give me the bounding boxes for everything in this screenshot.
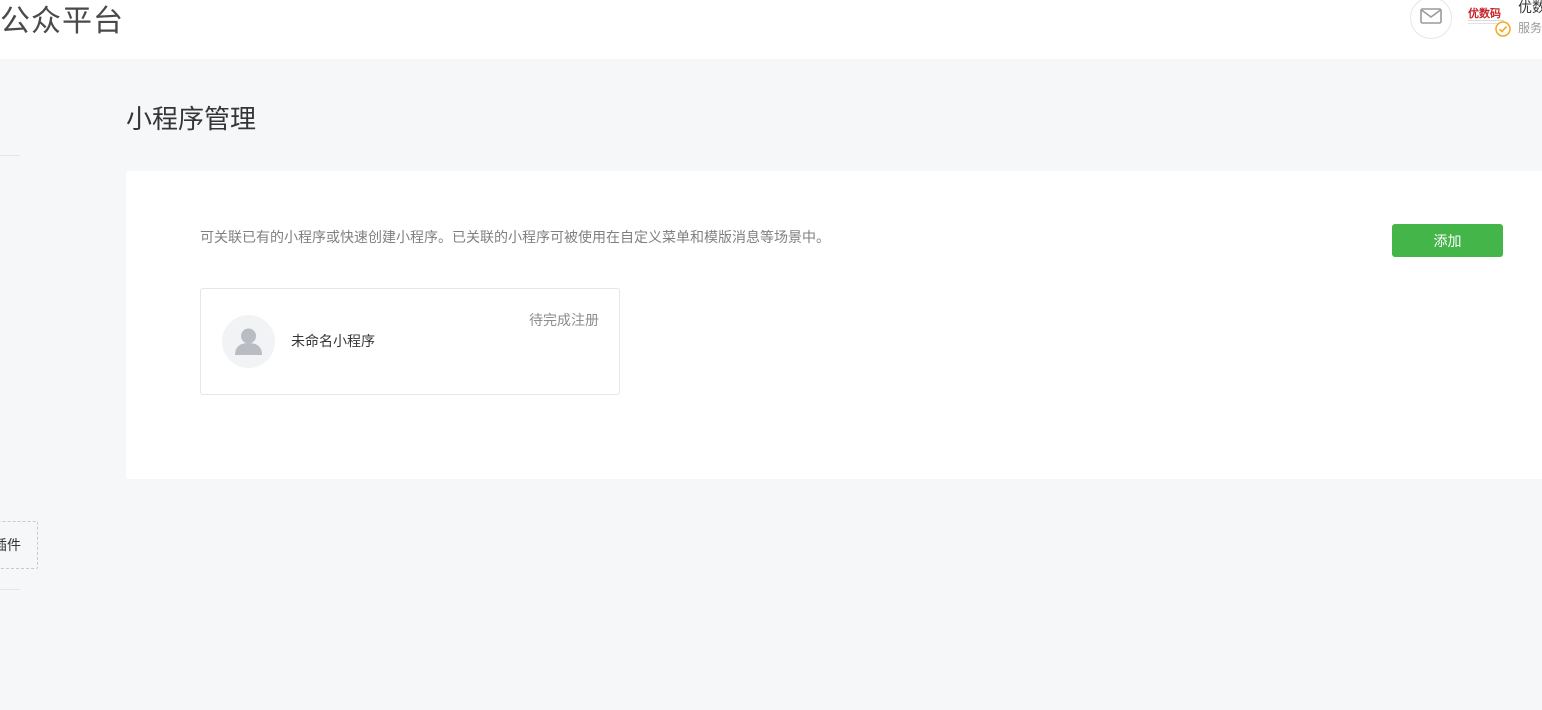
sidebar-item-label: 插件: [0, 538, 21, 554]
platform-brand[interactable]: 公众平台: [0, 0, 124, 40]
panel-description: 可关联已有的小程序或快速创建小程序。已关联的小程序可被使用在自定义菜单和模版消息…: [200, 230, 830, 246]
mail-icon: [1420, 8, 1442, 28]
verified-check-icon: [1495, 21, 1511, 37]
mini-program-panel: 可关联已有的小程序或快速创建小程序。已关联的小程序可被使用在自定义菜单和模版消息…: [126, 171, 1542, 479]
mini-program-name: 未命名小程序: [291, 334, 375, 350]
default-avatar-icon: [222, 315, 275, 368]
account-name[interactable]: 优数: [1518, 0, 1542, 17]
account-type: 服务: [1518, 21, 1542, 35]
svg-text:优数码: 优数码: [1468, 6, 1501, 20]
sidebar-divider: [0, 155, 20, 156]
sidebar-divider: [0, 589, 20, 590]
top-bar: 公众平台 优数码 优数 服务: [0, 0, 1542, 59]
mini-program-status: 待完成注册: [529, 313, 599, 329]
mini-program-card[interactable]: 未命名小程序 待完成注册: [200, 288, 620, 395]
page-title: 小程序管理: [126, 105, 257, 135]
sidebar-item-plugins[interactable]: 插件: [0, 521, 38, 569]
message-button[interactable]: [1410, 0, 1452, 39]
add-button[interactable]: 添加: [1392, 224, 1503, 257]
